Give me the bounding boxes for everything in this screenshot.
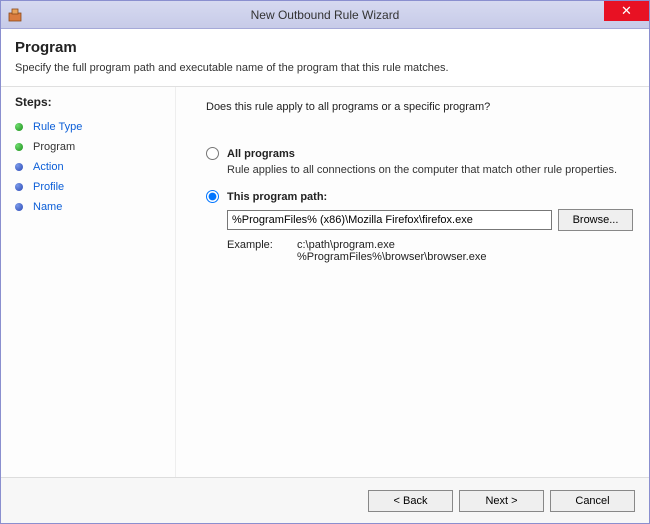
titlebar: New Outbound Rule Wizard ✕ <box>1 1 649 29</box>
app-icon <box>7 7 23 23</box>
window-title: New Outbound Rule Wizard <box>1 8 649 22</box>
bullet-icon <box>15 203 23 211</box>
page-title: Program <box>15 39 635 56</box>
wizard-header: Program Specify the full program path an… <box>1 29 649 87</box>
radio-this-program-path-label: This program path: <box>227 191 327 203</box>
option-all-programs: All programs Rule applies to all connect… <box>206 147 633 176</box>
program-path-input[interactable] <box>227 210 552 230</box>
bullet-icon <box>15 163 23 171</box>
option-this-program-path: This program path: Browse... Example: c:… <box>206 190 633 263</box>
step-rule-type[interactable]: Rule Type <box>15 117 165 137</box>
step-label: Rule Type <box>33 121 82 133</box>
back-button[interactable]: < Back <box>368 490 453 512</box>
close-button[interactable]: ✕ <box>604 1 649 21</box>
step-label: Name <box>33 201 62 213</box>
steps-sidebar: Steps: Rule Type Program Action Profile … <box>1 87 176 477</box>
steps-title: Steps: <box>15 95 165 109</box>
wizard-footer: < Back Next > Cancel <box>1 477 649 523</box>
radio-all-programs-label: All programs <box>227 148 295 160</box>
prompt-text: Does this rule apply to all programs or … <box>206 101 633 113</box>
wizard-body: Steps: Rule Type Program Action Profile … <box>1 87 649 477</box>
radio-all-programs[interactable] <box>206 147 219 160</box>
step-action[interactable]: Action <box>15 157 165 177</box>
step-profile[interactable]: Profile <box>15 177 165 197</box>
close-icon: ✕ <box>621 3 632 19</box>
step-label: Profile <box>33 181 64 193</box>
example-label: Example: <box>227 239 297 263</box>
option-all-desc: Rule applies to all connections on the c… <box>227 164 633 176</box>
radio-this-program-path[interactable] <box>206 190 219 203</box>
wizard-window: New Outbound Rule Wizard ✕ Program Speci… <box>0 0 650 524</box>
step-program[interactable]: Program <box>15 137 165 157</box>
browse-button[interactable]: Browse... <box>558 209 633 231</box>
step-label: Program <box>33 141 75 153</box>
step-label: Action <box>33 161 64 173</box>
main-panel: Does this rule apply to all programs or … <box>176 87 649 477</box>
bullet-icon <box>15 123 23 131</box>
next-button[interactable]: Next > <box>459 490 544 512</box>
bullet-icon <box>15 183 23 191</box>
example-row: Example: c:\path\program.exe %ProgramFil… <box>227 239 633 263</box>
cancel-button[interactable]: Cancel <box>550 490 635 512</box>
example-value-2: %ProgramFiles%\browser\browser.exe <box>297 251 487 263</box>
step-name[interactable]: Name <box>15 197 165 217</box>
page-subtitle: Specify the full program path and execut… <box>15 62 635 74</box>
bullet-icon <box>15 143 23 151</box>
example-value-1: c:\path\program.exe <box>297 239 487 251</box>
